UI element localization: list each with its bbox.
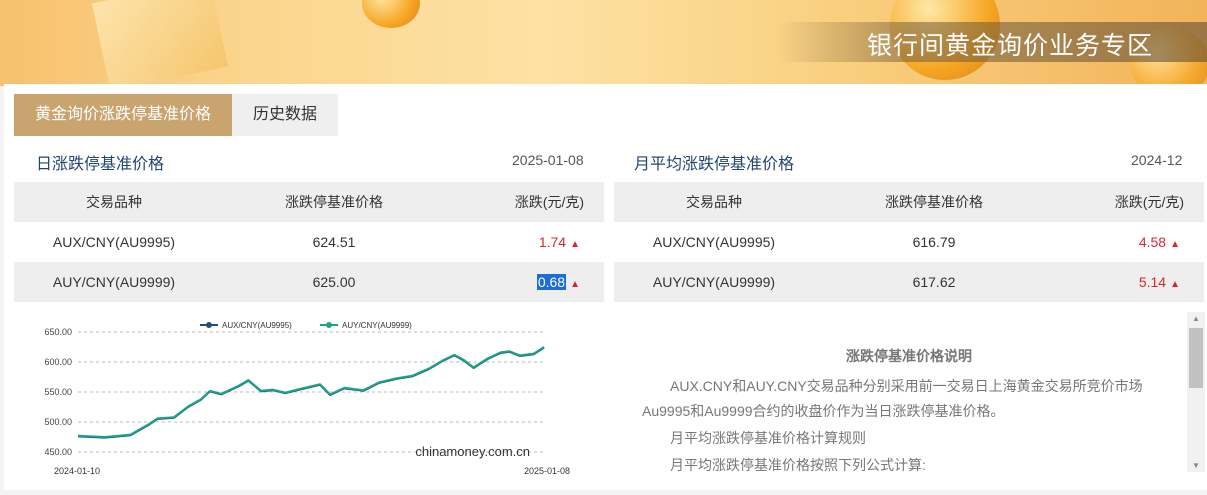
change-value: 1.74 [538,234,567,250]
legend-label: AUY/CNY(AU9999) [342,321,412,330]
y-tick-label: 650.00 [44,327,72,337]
table-header-row: 交易品种 涨跌停基准价格 涨跌(元/克) [614,182,1204,222]
price-cell: 617.62 [912,274,956,290]
banner: 银行间黄金询价业务专区 [0,0,1207,86]
description-panel: 涨跌停基准价格说明 AUX.CNY和AUY.CNY交易品种分别采用前一交易日上海… [614,312,1204,476]
header-change: 涨跌(元/克) [514,194,584,210]
change-cell: 4.58 ▲ [1139,222,1180,262]
product-cell: AUX/CNY(AU9995) [652,234,776,250]
gold-bar-decoration [91,0,229,86]
price-chart: 450.00 500.00 550.00 600.00 650.00 2024-01-10… [14,312,604,490]
monthly-section-title: 月平均涨跌停基准价格 [634,156,795,173]
table-header-row: 交易品种 涨跌停基准价格 涨跌(元/克) [14,182,604,222]
change-value: 5.14 [1138,274,1167,290]
change-cell: 0.68 ▲ [536,262,580,302]
description-paragraph: AUX.CNY和AUY.CNY交易品种分别采用前一交易日上海黄金交易所竞价市场 [670,378,1143,394]
change-cell: 1.74 ▲ [539,222,580,262]
tab-history[interactable]: 历史数据 [232,94,338,136]
y-tick-label: 600.00 [44,357,72,367]
y-tick-label: 550.00 [44,387,72,397]
scrollbar-thumb[interactable] [1189,328,1203,388]
legend-marker-dot [206,322,212,328]
scroll-up-icon[interactable]: ▲ [1191,314,1201,323]
gold-coin-decoration [362,0,420,28]
table-row: AUY/CNY(AU9999) 625.00 0.68 ▲ [14,262,604,302]
product-cell: AUY/CNY(AU9999) [52,274,176,290]
table-row: AUX/CNY(AU9995) 616.79 4.58 ▲ [614,222,1204,262]
description-formula-intro: 月平均涨跌停基准价格按照下列公式计算: [670,457,926,473]
header-price: 涨跌停基准价格 [285,194,383,210]
daily-table: 交易品种 涨跌停基准价格 涨跌(元/克) AUX/CNY(AU9995) 624… [14,182,604,302]
table-row: AUX/CNY(AU9995) 624.51 1.74 ▲ [14,222,604,262]
description-paragraph: Au9995和Au9999合约的收盘价作为当日涨跌停基准价格。 [642,403,1005,419]
banner-title: 银行间黄金询价业务专区 [866,32,1153,60]
x-tick-label: 2024-01-10 [54,466,100,476]
header-change: 涨跌(元/克) [1114,194,1184,210]
header-product: 交易品种 [86,194,142,210]
arrow-up-icon: ▲ [570,239,580,250]
content-card: 黄金询价涨跌停基准价格 历史数据 日涨跌停基准价格 2025-01-08 交易品… [4,84,1207,490]
change-cell: 5.14 ▲ [1139,262,1180,302]
legend-label: AUX/CNY(AU9995) [222,321,292,330]
description-scrollbar[interactable]: ▲ ▼ [1187,312,1205,472]
legend-marker-dot [326,322,332,328]
monthly-date: 2024-12 [1131,152,1183,168]
price-cell: 624.51 [312,234,356,250]
change-value: 0.68 [536,274,567,290]
arrow-up-icon: ▲ [1170,239,1180,250]
description-title: 涨跌停基准价格说明 [846,348,972,364]
daily-section-title: 日涨跌停基准价格 [36,156,165,173]
arrow-up-icon: ▲ [570,279,580,290]
monthly-table: 交易品种 涨跌停基准价格 涨跌(元/克) AUX/CNY(AU9995) 616… [614,182,1204,302]
arrow-up-icon: ▲ [1170,279,1180,290]
chart-watermark: chinamoney.com.cn [415,444,530,459]
product-cell: AUY/CNY(AU9999) [652,274,776,290]
header-product: 交易品种 [686,194,742,210]
product-cell: AUX/CNY(AU9995) [52,234,176,250]
price-cell: 625.00 [312,274,356,290]
tab-limit-price[interactable]: 黄金询价涨跌停基准价格 [14,94,232,136]
x-tick-label: 2025-01-08 [524,466,570,476]
price-chart-svg: 450.00 500.00 550.00 600.00 650.00 2024-01-10… [44,321,570,476]
change-value: 4.58 [1138,234,1167,250]
scroll-down-icon[interactable]: ▼ [1191,461,1201,470]
y-tick-label: 500.00 [44,417,72,427]
price-cell: 616.79 [912,234,956,250]
description-rule-title: 月平均涨跌停基准价格计算规则 [670,430,866,446]
daily-date: 2025-01-08 [512,152,584,168]
y-tick-label: 450.00 [44,447,72,457]
table-row: AUY/CNY(AU9999) 617.62 5.14 ▲ [614,262,1204,302]
header-price: 涨跌停基准价格 [885,194,983,210]
